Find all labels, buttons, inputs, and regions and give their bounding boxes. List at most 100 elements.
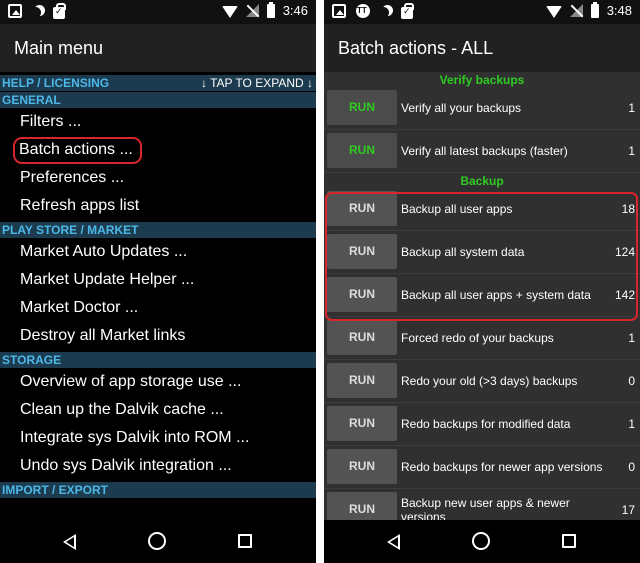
main-menu-list[interactable]: HELP / LICENSING ↓ TAP TO EXPAND ↓ GENER… <box>0 74 316 520</box>
expand-hint: ↓ TAP TO EXPAND ↓ <box>200 76 313 90</box>
menu-item-storage-overview[interactable]: Overview of app storage use ... <box>0 369 316 397</box>
batch-row-count: 0 <box>628 460 635 474</box>
batch-row-label: Backup all user apps + system data <box>401 288 591 302</box>
batch-row: RUN Backup all user apps 18 <box>324 188 640 231</box>
batch-row: RUN Redo your old (>3 days) backups 0 <box>324 360 640 403</box>
image-notification-icon <box>332 4 346 18</box>
section-header-import-export: IMPORT / EXPORT <box>0 482 316 498</box>
batch-row-count: 1 <box>628 417 635 431</box>
navigation-bar <box>324 520 640 563</box>
section-header-general: GENERAL <box>0 92 316 108</box>
battery-icon <box>590 1 599 18</box>
batch-row-label: Redo your old (>3 days) backups <box>401 374 578 388</box>
status-bar: 3:46 <box>0 0 316 24</box>
batch-row-count: 124 <box>614 245 635 259</box>
battery-icon <box>266 1 275 18</box>
batch-row-count: 1 <box>628 144 635 158</box>
batch-row-label: Verify all your backups <box>401 101 522 115</box>
section-title: GENERAL <box>2 93 61 107</box>
run-button[interactable]: RUN <box>327 320 397 355</box>
home-icon[interactable] <box>472 532 490 550</box>
batch-row-label: Backup all system data <box>401 245 525 259</box>
image-notification-icon <box>8 4 22 18</box>
batch-row: RUN Redo backups for modified data 1 <box>324 403 640 446</box>
menu-item-filters[interactable]: Filters ... <box>0 109 316 137</box>
section-header-verify: Verify backups <box>439 73 525 87</box>
no-signal-icon <box>569 4 583 17</box>
run-button[interactable]: RUN <box>327 90 397 125</box>
run-button[interactable]: RUN <box>327 133 397 168</box>
batch-row-count: 1 <box>628 101 635 115</box>
batch-row: RUN Backup all user apps + system data 1… <box>324 274 640 317</box>
play-store-notification-icon <box>401 3 414 19</box>
batch-row-count: 0 <box>628 374 635 388</box>
run-button[interactable]: RUN <box>327 406 397 441</box>
section-title: HELP / LICENSING <box>2 76 110 90</box>
back-icon[interactable] <box>63 534 76 550</box>
back-icon[interactable] <box>387 534 400 550</box>
run-button[interactable]: RUN <box>327 363 397 398</box>
batch-row: RUN Forced redo of your backups 1 <box>324 317 640 360</box>
section-title: IMPORT / EXPORT <box>2 483 109 497</box>
right-screen: 3:48 Batch actions - ALL Verify backups … <box>324 0 640 563</box>
menu-item-integrate-dalvik[interactable]: Integrate sys Dalvik into ROM ... <box>0 425 316 453</box>
batch-actions-list[interactable]: Verify backups RUN Verify all your backu… <box>324 72 640 520</box>
batch-row-count: 18 <box>621 202 635 216</box>
menu-item-label: Batch actions ... <box>19 141 133 158</box>
menu-item-undo-dalvik[interactable]: Undo sys Dalvik integration ... <box>0 453 316 481</box>
section-title: PLAY STORE / MARKET <box>2 223 139 237</box>
highlight-circle: Batch actions ... <box>13 137 142 164</box>
menu-item-market-doctor[interactable]: Market Doctor ... <box>0 295 316 323</box>
batch-row-label: Redo backups for newer app versions <box>401 460 603 474</box>
section-title: STORAGE <box>2 353 62 367</box>
batch-row-count: 142 <box>614 288 635 302</box>
page-title: Batch actions - ALL <box>338 38 494 58</box>
menu-item-market-auto-updates[interactable]: Market Auto Updates ... <box>0 239 316 267</box>
recent-apps-icon[interactable] <box>562 534 576 548</box>
batch-row-count: 17 <box>621 503 635 517</box>
run-button[interactable]: RUN <box>327 191 397 226</box>
wifi-icon <box>221 5 238 18</box>
batch-row: RUN Backup new user apps & newer version… <box>324 489 640 520</box>
status-bar: 3:48 <box>324 0 640 24</box>
left-screen: 3:46 Main menu HELP / LICENSING ↓ TAP TO… <box>0 0 316 563</box>
section-header-help[interactable]: HELP / LICENSING ↓ TAP TO EXPAND ↓ <box>0 75 316 91</box>
batch-row-label: Forced redo of your backups <box>401 331 554 345</box>
menu-item-destroy-market-links[interactable]: Destroy all Market links <box>0 323 316 351</box>
batch-row-count: 1 <box>628 331 635 345</box>
run-button[interactable]: RUN <box>327 277 397 312</box>
menu-item-refresh-apps[interactable]: Refresh apps list <box>0 193 316 221</box>
batch-row: RUN Redo backups for newer app versions … <box>324 446 640 489</box>
wifi-icon <box>545 5 562 18</box>
do-not-disturb-icon <box>30 7 41 18</box>
app-bar: Batch actions - ALL <box>324 24 640 72</box>
batch-row: RUN Backup all system data 124 <box>324 231 640 274</box>
no-signal-icon <box>245 4 259 17</box>
status-time: 3:46 <box>282 3 308 18</box>
run-button[interactable]: RUN <box>327 449 397 484</box>
navigation-bar <box>0 520 316 563</box>
run-button[interactable]: RUN <box>327 234 397 269</box>
section-header-storage: STORAGE <box>0 352 316 368</box>
home-icon[interactable] <box>148 532 166 550</box>
section-header-play-store: PLAY STORE / MARKET <box>0 222 316 238</box>
play-store-notification-icon <box>53 3 66 19</box>
menu-item-market-update-helper[interactable]: Market Update Helper ... <box>0 267 316 295</box>
run-button[interactable]: RUN <box>327 492 397 520</box>
section-header-backup: Backup <box>460 174 504 188</box>
menu-item-preferences[interactable]: Preferences ... <box>0 165 316 193</box>
status-time: 3:48 <box>606 3 632 18</box>
batch-row-label: Backup new user apps & newer versions <box>401 496 570 520</box>
batch-row: RUN Verify all your backups 1 <box>324 87 640 130</box>
batch-row-label: Verify all latest backups (faster) <box>401 144 568 158</box>
batch-row-label: Redo backups for modified data <box>401 417 571 431</box>
app-notification-icon <box>356 4 370 18</box>
menu-item-batch-actions[interactable]: Batch actions ... <box>0 137 316 165</box>
recent-apps-icon[interactable] <box>238 534 252 548</box>
page-title: Main menu <box>14 38 104 58</box>
do-not-disturb-icon <box>378 7 389 18</box>
menu-item-clean-dalvik-cache[interactable]: Clean up the Dalvik cache ... <box>0 397 316 425</box>
batch-row: RUN Verify all latest backups (faster) 1 <box>324 130 640 173</box>
app-bar: Main menu <box>0 24 316 72</box>
batch-row-label: Backup all user apps <box>401 202 513 216</box>
